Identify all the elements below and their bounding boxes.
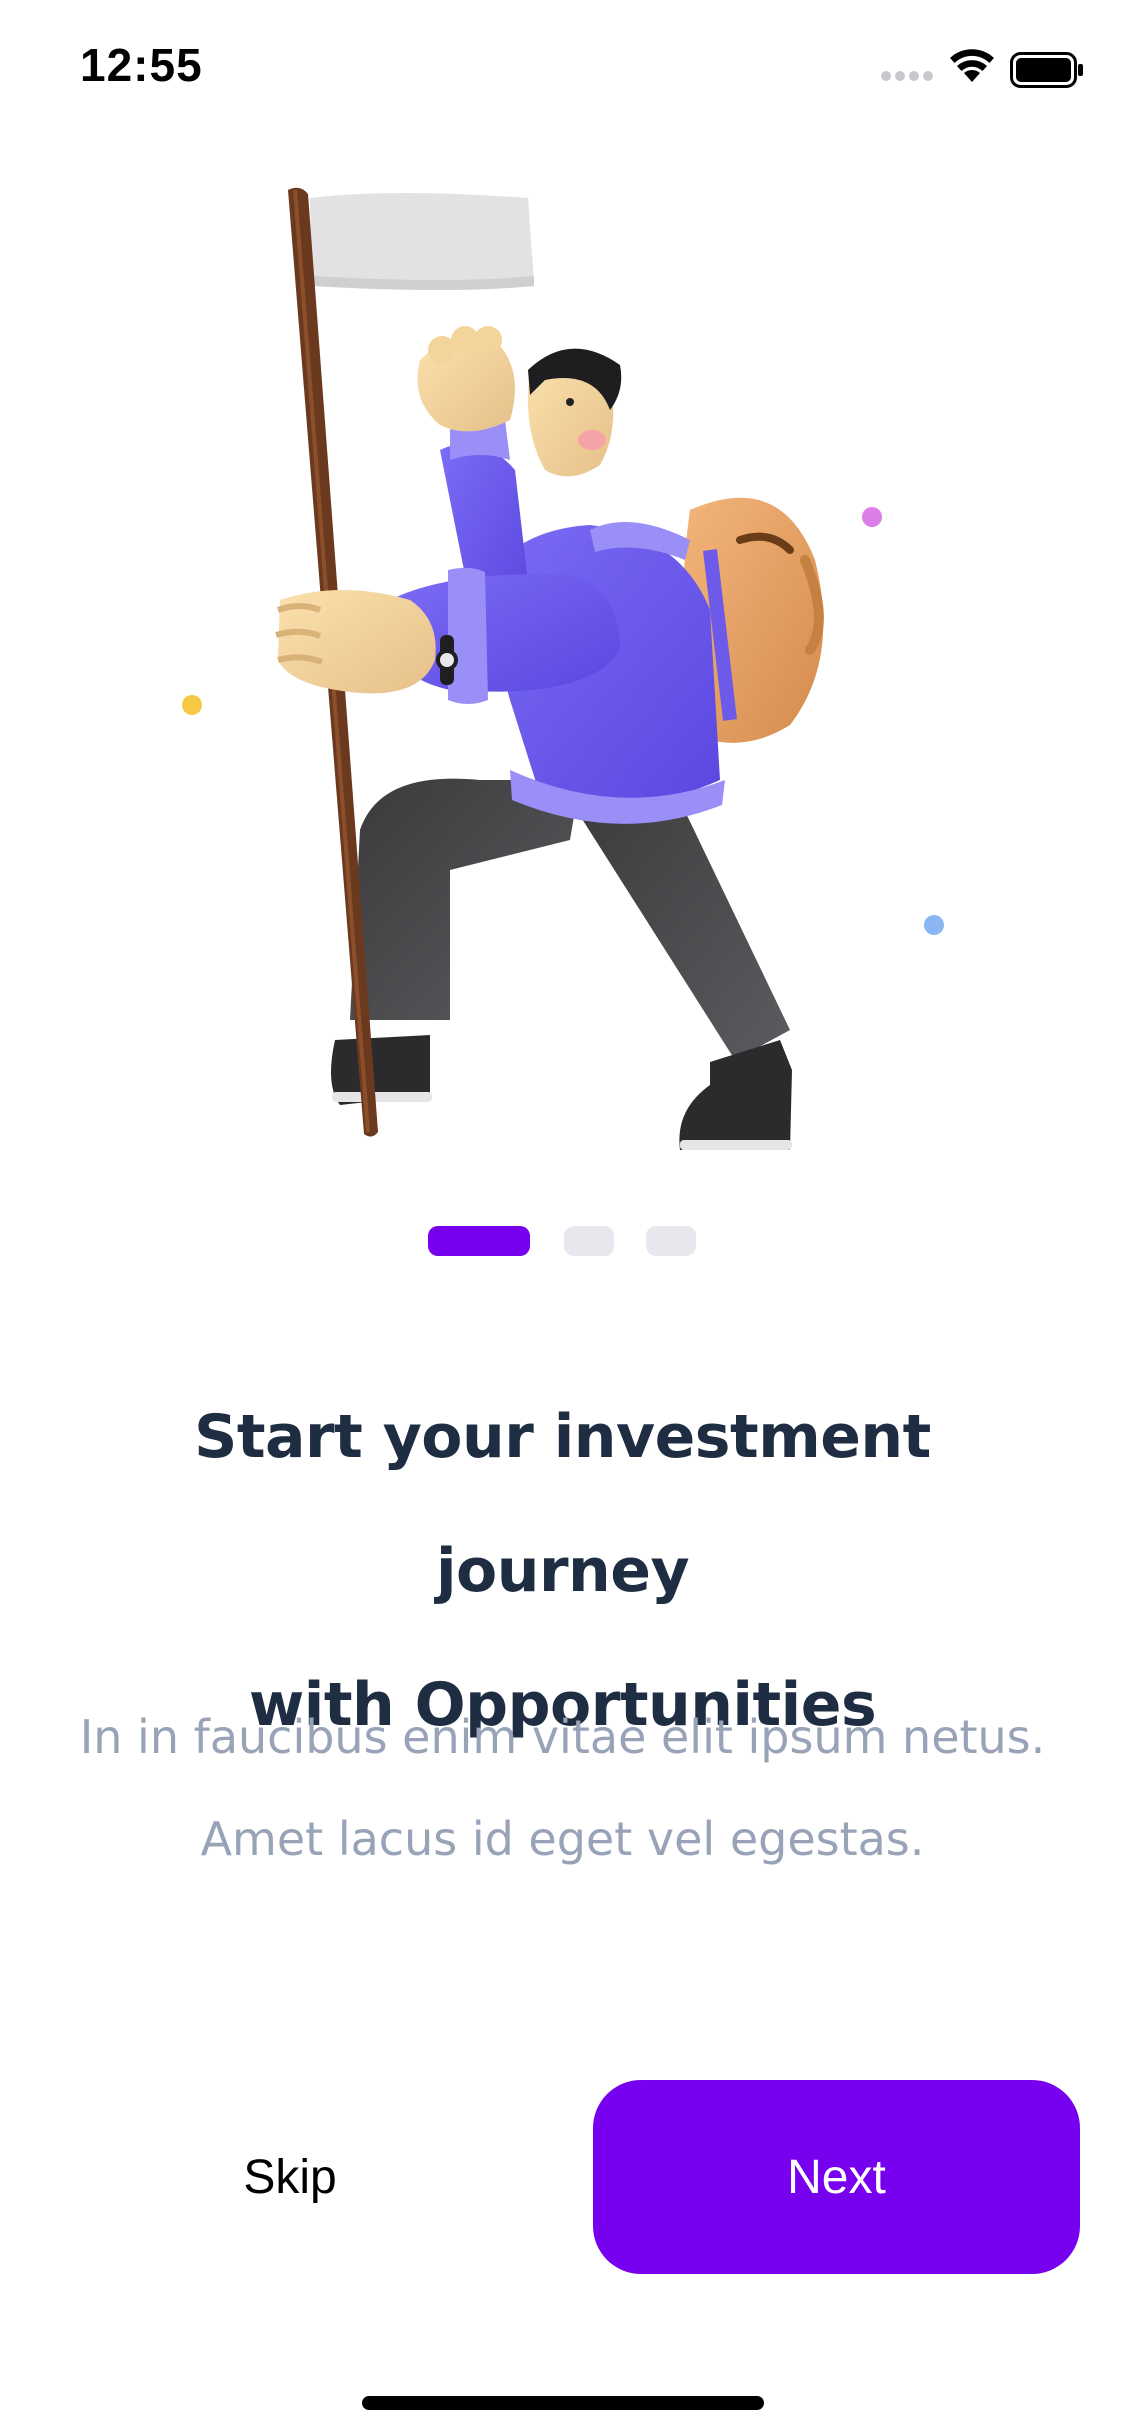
battery-icon (1010, 52, 1083, 88)
page-indicator-dot-3[interactable] (646, 1226, 696, 1256)
accent-dot-yellow (182, 695, 202, 715)
signal-dots-icon (881, 71, 933, 81)
page-indicator (428, 1226, 698, 1258)
onboarding-subtitle-line-1: In in faucibus enim vitae elit ipsum net… (79, 1710, 1046, 1764)
page-indicator-dot-2[interactable] (564, 1226, 614, 1256)
accent-dot-pink (862, 507, 882, 527)
onboarding-title-line-1: Start your investment journey (194, 1402, 931, 1606)
next-button[interactable]: Next (593, 2080, 1080, 2274)
home-indicator[interactable] (362, 2396, 764, 2410)
page-indicator-dot-active[interactable] (428, 1226, 530, 1256)
status-bar: 12:55 (0, 0, 1125, 140)
wifi-icon (950, 49, 994, 82)
skip-button[interactable]: Skip (90, 2080, 490, 2274)
accent-dot-blue (924, 915, 944, 935)
onboarding-subtitle: In in faucibus enim vitae elit ipsum net… (60, 1686, 1065, 1890)
status-time: 12:55 (80, 39, 203, 91)
hiker-with-flag-illustration (150, 180, 970, 1170)
onboarding-subtitle-line-2: Amet lacus id eget vel egestas. (200, 1812, 925, 1866)
